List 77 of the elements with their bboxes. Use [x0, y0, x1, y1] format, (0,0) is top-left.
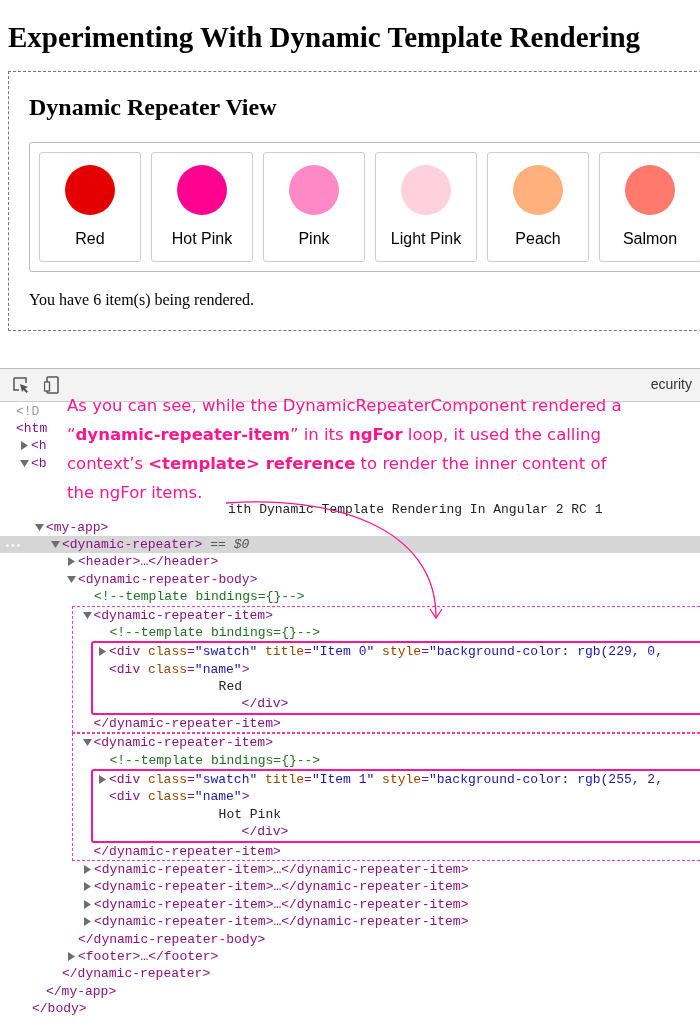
- device-icon[interactable]: [44, 375, 60, 394]
- disclosure-triangle-icon[interactable]: [83, 882, 92, 892]
- code-line: <footer>…</footer>: [78, 947, 219, 966]
- tree-row[interactable]: Hot Pink: [92, 805, 700, 824]
- disclosure-triangle-icon[interactable]: [20, 441, 29, 451]
- disclosure-triangle-icon[interactable]: [51, 539, 60, 549]
- code-line: </div>: [241, 823, 289, 841]
- tree-row[interactable]: <div class="name">: [92, 660, 700, 679]
- swatch-name: Red: [74, 228, 106, 249]
- code-line: </dynamic-repeater-item>: [93, 714, 281, 733]
- code-line: <div class="name">: [109, 788, 250, 806]
- disclosure-triangle-icon[interactable]: [83, 864, 92, 874]
- tree-row[interactable]: <footer>…</footer>: [0, 947, 700, 966]
- inspect-icon[interactable]: [12, 375, 30, 394]
- code-line: <dynamic-repeater-item>: [93, 734, 273, 752]
- tree-row[interactable]: <dynamic-repeater-item>…</dynamic-repeater-item>: [0, 878, 700, 896]
- code-line: <dynamic-repeater-body>: [78, 570, 258, 589]
- code-line: <header>…</header>: [78, 553, 219, 571]
- code-line: </dynamic-repeater-body>: [78, 930, 266, 948]
- code-line: <h: [31, 437, 47, 455]
- tree-row[interactable]: <dynamic-repeater-body>: [0, 570, 700, 589]
- code-line: Red: [218, 678, 242, 696]
- code-line: <!D: [16, 402, 40, 420]
- disclosure-triangle-icon[interactable]: [67, 557, 76, 567]
- tree-row[interactable]: Red: [92, 678, 700, 696]
- disclosure-triangle-icon[interactable]: [67, 951, 76, 961]
- code-line: <div class="name">: [109, 660, 250, 679]
- devtools-tab[interactable]: ecurity: [650, 374, 692, 396]
- swatch-name: Hot Pink: [170, 228, 234, 249]
- disclosure-triangle-icon[interactable]: [98, 647, 107, 657]
- disclosure-triangle-icon[interactable]: [82, 610, 92, 620]
- disclosure-triangle-icon[interactable]: [82, 738, 92, 748]
- tree-row[interactable]: <!--template bindings={}-->: [73, 623, 700, 642]
- code-line: <b: [31, 454, 47, 473]
- disclosure-triangle-icon[interactable]: [20, 458, 29, 468]
- tree-row[interactable]: <div class="name">: [92, 788, 700, 806]
- code-line: <!--template bindings={}-->: [109, 623, 321, 642]
- code-line: <dynamic-repeater-item>…</dynamic-repeater-item>: [94, 878, 469, 896]
- code-line: <!--template bindings={}-->: [94, 588, 305, 606]
- panel-title: Dynamic Repeater View: [29, 92, 278, 122]
- code-line: <my-app>: [46, 518, 109, 536]
- tree-row[interactable]: <dynamic-repeater> == $0: [0, 535, 700, 554]
- tree-row[interactable]: <dynamic-repeater-item>…</dynamic-repeater-item>: [0, 860, 700, 879]
- code-line: </dynamic-repeater>: [62, 965, 211, 983]
- swatch-name: Salmon: [621, 228, 679, 249]
- code-line: </my-app>: [46, 982, 117, 1001]
- tree-row[interactable]: <!--template bindings={}-->: [0, 588, 700, 606]
- code-line: <htm: [16, 420, 48, 438]
- code-line: <dynamic-repeater> == $0: [62, 535, 250, 554]
- code-line: </div>: [241, 695, 289, 713]
- code-line: </body>: [32, 1000, 87, 1018]
- disclosure-triangle-icon[interactable]: [83, 899, 92, 909]
- code-line: <!--template bindings={}-->: [109, 751, 321, 770]
- swatch-name: Pink: [297, 228, 331, 249]
- tree-row[interactable]: <header>…</header>: [0, 553, 700, 571]
- tree-row[interactable]: <dynamic-repeater-item>…</dynamic-repeater-item>: [0, 895, 700, 914]
- tree-row[interactable]: <dynamic-repeater-item>: [73, 606, 700, 624]
- tree-row[interactable]: <dynamic-repeater-item>…</dynamic-repeater-item>: [0, 913, 700, 931]
- code-line: <dynamic-repeater-item>: [93, 606, 273, 624]
- disclosure-triangle-icon[interactable]: [83, 917, 92, 927]
- disclosure-triangle-icon[interactable]: [67, 574, 76, 584]
- disclosure-triangle-icon[interactable]: [98, 775, 107, 784]
- disclosure-triangle-icon[interactable]: [35, 522, 44, 532]
- code-line: <dynamic-repeater-item>…</dynamic-repeater-item>: [94, 895, 469, 914]
- code-line: </dynamic-repeater-item>: [93, 842, 281, 860]
- code-line: <dynamic-repeater-item>…</dynamic-repeater-item>: [94, 913, 469, 931]
- swatch-name: Peach: [514, 228, 562, 249]
- tree-row[interactable]: <my-app>: [0, 518, 700, 536]
- swatch-name: Light Pink: [389, 228, 463, 249]
- tree-row[interactable]: <dynamic-repeater-item>: [73, 734, 700, 752]
- code-line: <dynamic-repeater-item>…</dynamic-repeater-item>: [94, 860, 469, 879]
- item-count-text: You have 6 item(s) being rendered.: [29, 289, 255, 311]
- code-line: Hot Pink: [218, 805, 281, 824]
- annotation-note: As you can see, while the DynamicRepeaterComponent rendered a “dynamic-repeater-item” in its ngFor loop, it used the calling context’s <template> reference to render the inner content of the ngFor items.: [66, 394, 623, 504]
- page-title: Experimenting With Dynamic Template Rendering: [8, 20, 642, 55]
- more-dots-icon[interactable]: [6, 543, 20, 547]
- tree-row[interactable]: <!--template bindings={}-->: [73, 751, 700, 769]
